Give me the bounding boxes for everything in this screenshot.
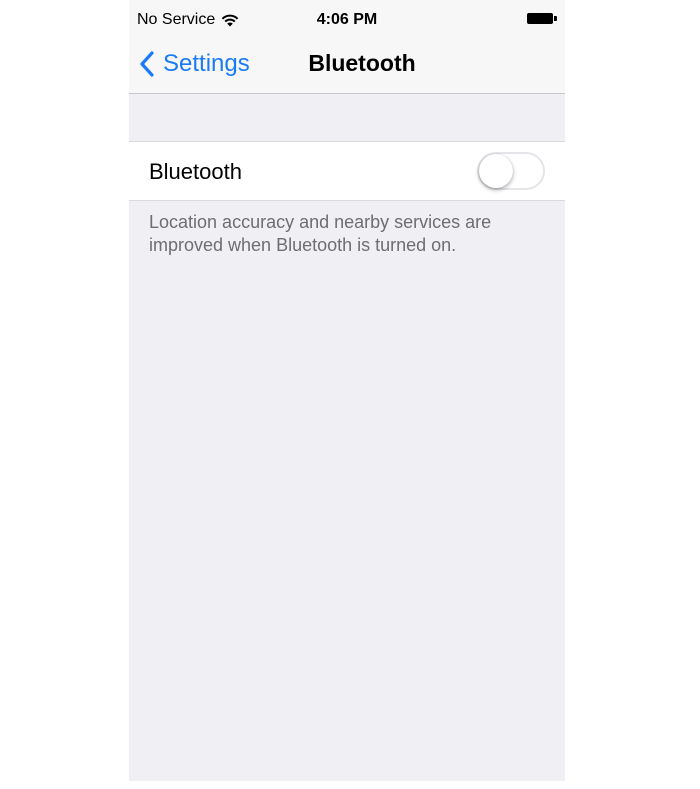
phone-screen: No Service 4:06 PM Settings Bluetooth Bl… <box>129 0 565 781</box>
page-title: Bluetooth <box>308 50 416 76</box>
navigation-bar: Settings Bluetooth <box>129 38 565 92</box>
footer-line-2: improved when Bluetooth is turned on. <box>149 235 457 255</box>
status-time: 4:06 PM <box>316 11 378 28</box>
bluetooth-row-label: Bluetooth <box>149 159 242 184</box>
top-bar: No Service 4:06 PM Settings Bluetooth <box>129 0 565 94</box>
bluetooth-setting-row: Bluetooth <box>129 141 565 201</box>
bluetooth-footer-note: Location accuracy and nearby services ar… <box>149 211 549 257</box>
toggle-knob <box>479 154 513 188</box>
footer-line-1: Location accuracy and nearby services ar… <box>149 212 492 232</box>
battery-icon <box>527 12 557 24</box>
bluetooth-toggle[interactable] <box>477 152 545 190</box>
status-bar: No Service 4:06 PM <box>129 0 565 38</box>
